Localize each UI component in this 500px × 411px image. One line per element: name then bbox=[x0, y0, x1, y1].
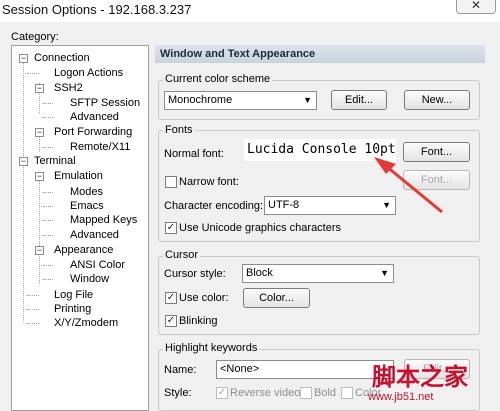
character-encoding-label: Character encoding: bbox=[164, 200, 264, 212]
bold-label: Bold bbox=[314, 387, 337, 399]
tree-item-emacs[interactable]: Emacs bbox=[70, 200, 104, 212]
highlight-name-select[interactable]: <None> bbox=[216, 360, 394, 379]
unicode-graphics-label: Use Unicode graphics characters bbox=[179, 222, 342, 234]
tree-item-port-forwarding[interactable]: Port Forwarding bbox=[54, 126, 132, 138]
fonts-title: Fonts bbox=[163, 124, 195, 136]
tree-item-modes[interactable]: Modes bbox=[70, 186, 103, 198]
expander-emulation[interactable]: − bbox=[35, 172, 44, 181]
character-encoding-value: UTF-8 bbox=[268, 199, 300, 211]
chevron-down-icon: ▼ bbox=[380, 268, 389, 278]
narrow-font-label: Narrow font: bbox=[179, 176, 239, 188]
highlight-color-checkbox[interactable] bbox=[341, 387, 353, 399]
color-scheme-title: Current color scheme bbox=[163, 73, 273, 85]
tree-item-window[interactable]: Window bbox=[70, 273, 109, 285]
tree-item-mapped-keys[interactable]: Mapped Keys bbox=[70, 214, 137, 226]
tree-item-remote-x11[interactable]: Remote/X11 bbox=[70, 141, 130, 153]
blinking-checkbox[interactable]: ✓ bbox=[165, 315, 177, 327]
color-scheme-value: Monochrome bbox=[168, 94, 233, 106]
cursor-color-button[interactable]: Color... bbox=[243, 288, 310, 308]
close-button[interactable]: ✕ bbox=[456, 0, 496, 14]
tree-item-log-file[interactable]: Log File bbox=[54, 289, 93, 301]
expander-port-forwarding[interactable]: − bbox=[35, 128, 44, 137]
use-color-checkbox[interactable]: ✓ bbox=[165, 292, 177, 304]
reverse-video-checkbox[interactable]: ✓ bbox=[216, 387, 228, 399]
narrow-font-checkbox[interactable] bbox=[165, 176, 177, 188]
cursor-title: Cursor bbox=[163, 249, 201, 261]
watermark-logo: 脚本之家 bbox=[372, 362, 468, 391]
tree-item-terminal[interactable]: Terminal bbox=[34, 155, 76, 167]
category-tree[interactable]: − Connection Logon Actions − SSH2 SFTP S… bbox=[11, 45, 149, 411]
tree-item-sftp-session[interactable]: SFTP Session bbox=[70, 97, 140, 109]
expander-connection[interactable]: − bbox=[19, 54, 28, 63]
watermark-url: www.jb51.net bbox=[368, 391, 434, 403]
narrow-font-button[interactable]: Font... bbox=[403, 170, 470, 190]
unicode-graphics-checkbox[interactable]: ✓ bbox=[165, 222, 177, 234]
color-scheme-select[interactable]: Monochrome ▼ bbox=[164, 91, 317, 110]
tree-item-appearance[interactable]: Appearance bbox=[54, 244, 113, 256]
tree-item-printing[interactable]: Printing bbox=[54, 303, 91, 315]
tree-item-ssh2[interactable]: SSH2 bbox=[54, 82, 83, 94]
chevron-down-icon: ▼ bbox=[303, 95, 312, 105]
edit-color-scheme-button[interactable]: Edit... bbox=[331, 90, 387, 110]
panel-title: Window and Text Appearance bbox=[155, 45, 485, 63]
category-label: Category: bbox=[11, 31, 59, 43]
tree-item-ssh2-advanced[interactable]: Advanced bbox=[70, 111, 119, 123]
new-color-scheme-button[interactable]: New... bbox=[404, 90, 470, 110]
cursor-style-select[interactable]: Block ▼ bbox=[242, 264, 394, 283]
blinking-label: Blinking bbox=[179, 315, 218, 327]
character-encoding-select[interactable]: UTF-8 ▼ bbox=[264, 196, 396, 215]
reverse-video-label: Reverse video bbox=[230, 387, 301, 399]
tree-item-emulation[interactable]: Emulation bbox=[54, 170, 103, 182]
highlight-keywords-title: Highlight keywords bbox=[163, 342, 260, 354]
cursor-style-value: Block bbox=[246, 267, 273, 279]
bold-checkbox[interactable] bbox=[300, 387, 312, 399]
tree-item-connection[interactable]: Connection bbox=[34, 52, 90, 64]
tree-item-emulation-advanced[interactable]: Advanced bbox=[70, 229, 119, 241]
expander-ssh2[interactable]: − bbox=[35, 84, 44, 93]
normal-font-label: Normal font: bbox=[164, 148, 224, 160]
highlight-style-label: Style: bbox=[164, 387, 192, 399]
window-title: Session Options - 192.168.3.237 bbox=[2, 2, 192, 17]
expander-terminal[interactable]: − bbox=[19, 157, 28, 166]
tree-item-ansi-color[interactable]: ANSI Color bbox=[70, 259, 125, 271]
tree-item-logon-actions[interactable]: Logon Actions bbox=[54, 67, 123, 79]
highlight-name-label: Name: bbox=[164, 364, 197, 376]
cursor-style-label: Cursor style: bbox=[164, 268, 226, 280]
title-bar: Session Options - 192.168.3.237 ✕ bbox=[0, 0, 500, 22]
chevron-down-icon: ▼ bbox=[382, 200, 391, 210]
normal-font-button[interactable]: Font... bbox=[403, 142, 470, 162]
use-color-label: Use color: bbox=[179, 292, 229, 304]
tree-item-xyzmodem[interactable]: X/Y/Zmodem bbox=[54, 317, 118, 329]
highlight-name-value: <None> bbox=[220, 363, 260, 375]
normal-font-value: Lucida Console 10pt bbox=[244, 139, 396, 161]
close-icon: ✕ bbox=[470, 0, 482, 12]
expander-appearance[interactable]: − bbox=[35, 246, 44, 255]
